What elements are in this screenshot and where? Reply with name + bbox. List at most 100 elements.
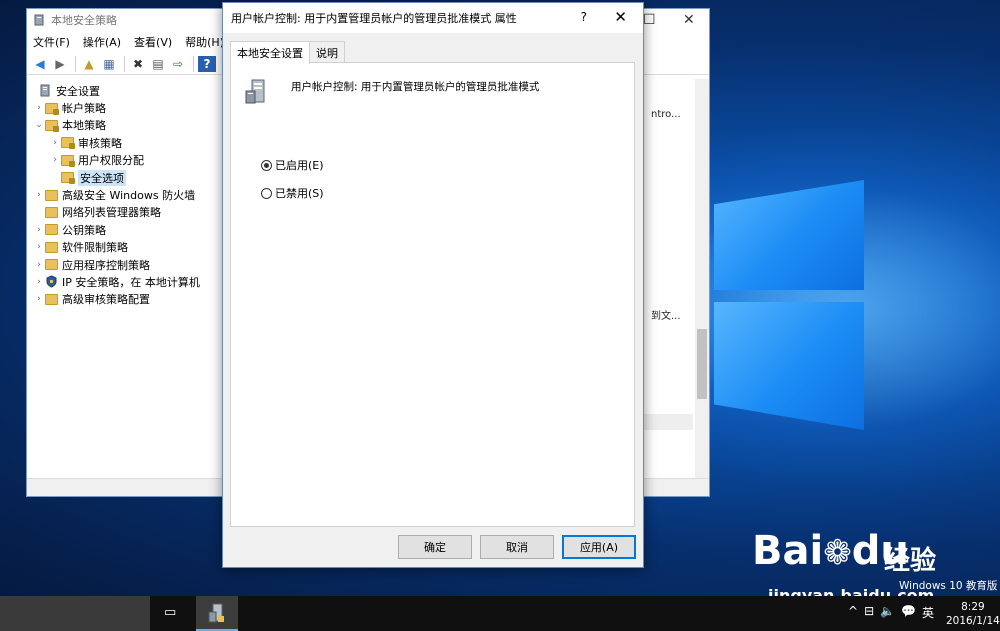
- chevron-down-icon[interactable]: ⌄: [33, 120, 45, 130]
- help-icon[interactable]: ?: [198, 55, 216, 72]
- chevron-right-icon[interactable]: ›: [33, 103, 45, 113]
- tree-item-public-key[interactable]: › 公钥策略: [27, 221, 223, 238]
- tree-item-advanced-audit[interactable]: › 高级审核策略配置: [27, 291, 223, 308]
- tree-item-audit-policy[interactable]: › 审核策略: [27, 134, 223, 151]
- chevron-right-icon[interactable]: ›: [33, 294, 45, 304]
- system-tray: ^ ⊟ 🔈 💬 英: [848, 604, 940, 621]
- folder-icon: [45, 293, 58, 305]
- tree-item-account-policy[interactable]: › 帐户策略: [27, 99, 223, 116]
- selected-row-highlight: [637, 414, 693, 430]
- policy-folder-icon: [45, 119, 59, 132]
- delete-icon[interactable]: ✖: [129, 56, 147, 72]
- tree-item-ip-security[interactable]: › IP 安全策略，在 本地计算机: [27, 273, 223, 290]
- toolbar-separator: [75, 55, 76, 72]
- policy-row-fragment: ntro...: [651, 109, 681, 120]
- tree-label: 本地策略: [62, 119, 106, 133]
- tree-item-local-policy[interactable]: ⌄ 本地策略: [27, 117, 223, 134]
- tree-root[interactable]: 安全设置: [27, 82, 223, 99]
- taskbar-clock[interactable]: 8:29 2016/1/14: [946, 600, 1000, 628]
- logo-pane-bottom: [714, 302, 864, 430]
- maximize-icon[interactable]: ☐: [643, 12, 656, 28]
- network-icon[interactable]: ⊟: [864, 604, 874, 621]
- radio-button-checked[interactable]: [261, 159, 272, 171]
- vertical-scrollbar[interactable]: [695, 79, 709, 479]
- forward-arrow-icon[interactable]: ▶: [51, 56, 69, 72]
- dialog-titlebar: 用户帐户控制: 用于内置管理员帐户的管理员批准模式 属性 ? ✕: [223, 3, 643, 33]
- clock-time: 8:29: [961, 601, 985, 613]
- menu-file[interactable]: 文件(F): [33, 34, 70, 50]
- volume-icon[interactable]: 🔈: [880, 604, 895, 621]
- security-policy-icon: [34, 14, 44, 26]
- tree-item-software-restriction[interactable]: › 软件限制策略: [27, 239, 223, 256]
- policy-title: 用户帐户控制: 用于内置管理员帐户的管理员批准模式: [291, 81, 540, 93]
- chevron-right-icon[interactable]: ›: [49, 138, 61, 148]
- policy-folder-icon: [61, 154, 75, 167]
- taskbar-app-security-policy[interactable]: [196, 596, 238, 631]
- security-policy-icon: [208, 603, 224, 622]
- dialog-title: 用户帐户控制: 用于内置管理员帐户的管理员批准模式 属性: [231, 12, 517, 25]
- folder-icon: [45, 189, 58, 201]
- ok-button[interactable]: 确定: [398, 535, 472, 559]
- windows-logo-wallpaper: [714, 150, 870, 440]
- export-list-icon[interactable]: ⇨: [169, 56, 187, 72]
- tree-label: 高级安全 Windows 防火墙: [62, 189, 196, 203]
- paw-icon: ❁: [823, 533, 852, 573]
- properties-icon[interactable]: ▤: [149, 56, 167, 72]
- tab-panel: 用户帐户控制: 用于内置管理员帐户的管理员批准模式 已启用(E) 已禁用(S): [230, 62, 635, 527]
- cancel-button[interactable]: 取消: [480, 535, 554, 559]
- folder-icon: [45, 241, 58, 253]
- tree-label: 用户权限分配: [78, 154, 144, 168]
- tree-label: 帐户策略: [62, 102, 106, 116]
- tab-explain[interactable]: 说明: [309, 41, 345, 63]
- tree-item-firewall[interactable]: › 高级安全 Windows 防火墙: [27, 186, 223, 203]
- console-tree-icon[interactable]: ▦: [100, 56, 118, 72]
- tree-label: 安全设置: [56, 84, 100, 98]
- policy-row-fragment: 到文...: [651, 311, 681, 322]
- watermark-logo-part1: Bai: [752, 528, 824, 574]
- chevron-right-icon[interactable]: ›: [33, 190, 45, 200]
- show-hidden-icons-icon[interactable]: ^: [848, 604, 858, 621]
- search-box-area[interactable]: [0, 596, 150, 631]
- radio-button-unchecked[interactable]: [261, 187, 272, 199]
- security-settings-icon: [40, 84, 50, 97]
- radio-label: 已禁用(S): [275, 187, 324, 200]
- chevron-right-icon[interactable]: ›: [33, 242, 45, 252]
- scrollbar-thumb[interactable]: [697, 329, 707, 399]
- chevron-right-icon[interactable]: ›: [33, 277, 45, 287]
- taskbar: ▭ ^ ⊟ 🔈 💬 英 8:29 2016/1/14: [0, 596, 1000, 631]
- tree-label: 软件限制策略: [62, 241, 128, 255]
- up-folder-icon[interactable]: ▲: [80, 56, 98, 72]
- chevron-right-icon[interactable]: ›: [33, 260, 45, 270]
- input-language-indicator[interactable]: 英: [922, 604, 934, 621]
- radio-disabled[interactable]: 已禁用(S): [261, 185, 324, 201]
- menu-help[interactable]: 帮助(H): [185, 34, 224, 50]
- help-icon[interactable]: ?: [581, 10, 587, 24]
- apply-button[interactable]: 应用(A): [562, 535, 636, 559]
- menu-view[interactable]: 查看(V): [134, 34, 172, 50]
- close-icon[interactable]: ✕: [614, 8, 627, 26]
- tree-item-network-list[interactable]: 网络列表管理器策略: [27, 204, 223, 221]
- tree-item-security-options[interactable]: 安全选项: [27, 169, 223, 186]
- task-view-icon[interactable]: ▭: [164, 605, 182, 621]
- chevron-right-icon[interactable]: ›: [33, 225, 45, 235]
- radio-enabled[interactable]: 已启用(E): [261, 157, 324, 173]
- tab-local-security-setting[interactable]: 本地安全设置: [230, 41, 310, 64]
- menu-action[interactable]: 操作(A): [83, 34, 121, 50]
- tab-bar: 本地安全设置 说明: [230, 41, 345, 64]
- folder-icon: [45, 259, 58, 271]
- logo-pane-top: [714, 180, 864, 290]
- properties-dialog: 用户帐户控制: 用于内置管理员帐户的管理员批准模式 属性 ? ✕ 本地安全设置 …: [222, 2, 644, 568]
- back-arrow-icon[interactable]: ◀: [31, 56, 49, 72]
- ip-security-shield-icon: [46, 275, 57, 289]
- tree-item-user-rights[interactable]: › 用户权限分配: [27, 152, 223, 169]
- chevron-right-icon[interactable]: ›: [49, 155, 61, 165]
- policy-folder-icon: [45, 102, 59, 115]
- watermark-cn: 经验: [884, 546, 937, 576]
- tree-label: 网络列表管理器策略: [62, 206, 161, 220]
- notification-icon[interactable]: 💬: [901, 604, 916, 621]
- close-icon[interactable]: ✕: [683, 12, 695, 28]
- tree-item-app-control[interactable]: › 应用程序控制策略: [27, 256, 223, 273]
- policy-folder-icon: [61, 172, 75, 185]
- radio-label: 已启用(E): [275, 159, 324, 172]
- policy-folder-icon: [61, 137, 75, 150]
